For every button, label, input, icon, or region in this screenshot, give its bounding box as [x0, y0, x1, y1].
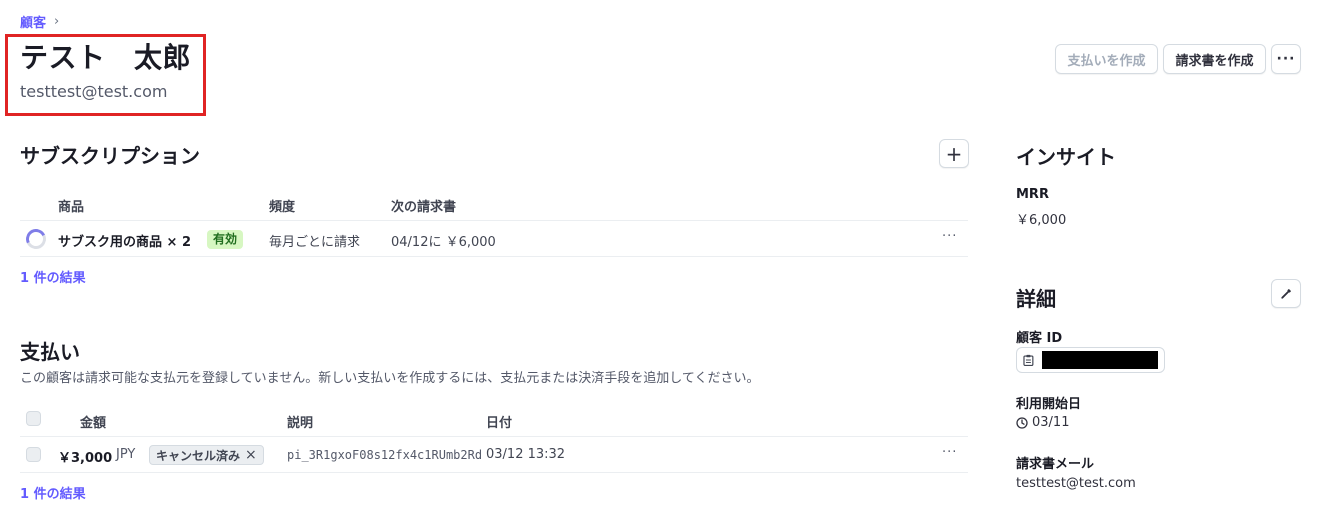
divider	[20, 436, 968, 437]
mrr-value: ￥6,000	[1016, 213, 1067, 228]
payment-date: 03/12 13:32	[486, 447, 566, 462]
divider	[20, 220, 968, 221]
status-badge-canceled: キャンセル済み ×	[149, 445, 264, 465]
payments-description: この顧客は請求可能な支払元を登録していません。新しい支払いを作成するには、支払元…	[20, 371, 760, 386]
column-header-description: 説明	[287, 416, 314, 431]
pencil-icon	[1281, 288, 1291, 299]
divider	[20, 472, 968, 473]
select-all-checkbox[interactable]	[26, 411, 41, 426]
payments-title: 支払い	[20, 340, 80, 364]
invoice-email-value: testtest@test.com	[1016, 476, 1136, 491]
breadcrumb-customers-link[interactable]: 顧客	[20, 12, 46, 31]
status-badge-active: 有効	[207, 230, 244, 249]
edit-details-button[interactable]	[1271, 279, 1301, 308]
close-icon: ×	[245, 447, 257, 463]
create-invoice-button[interactable]: 請求書を作成	[1163, 44, 1266, 74]
start-date-value: 03/11	[1032, 415, 1070, 430]
add-subscription-button[interactable]: +	[939, 139, 969, 168]
page-title: テスト 太郎	[20, 41, 192, 74]
payment-row-menu-button[interactable]: ···	[942, 445, 957, 460]
redacted-customer-id	[1041, 351, 1158, 369]
create-payment-button[interactable]: 支払いを作成	[1055, 44, 1158, 74]
column-header-product: 商品	[58, 200, 85, 215]
breadcrumb: 顧客 ›	[20, 12, 59, 31]
column-header-amount: 金額	[80, 416, 107, 431]
customer-email: testtest@test.com	[20, 82, 168, 101]
payment-amount[interactable]: ￥3,000	[58, 447, 112, 466]
subscription-next-invoice: 04/12に ￥6,000	[391, 235, 496, 250]
payment-description: pi_3R1gxoF08s12fx4c1RUmb2Rd	[287, 448, 483, 462]
subscription-row-menu-button[interactable]: ···	[942, 229, 957, 244]
subscriptions-results-link[interactable]: 1 件の結果	[20, 267, 86, 286]
start-date: 03/11	[1016, 415, 1069, 430]
subscription-progress-icon	[23, 226, 49, 252]
subscription-product[interactable]: サブスク用の商品 × 2	[58, 231, 191, 250]
subscriptions-title: サブスクリプション	[20, 144, 200, 168]
customer-id-copy[interactable]	[1016, 347, 1165, 373]
insights-title: インサイト	[1016, 145, 1116, 169]
column-header-frequency: 頻度	[269, 200, 296, 215]
divider	[20, 256, 968, 257]
plus-icon: +	[945, 141, 963, 166]
clipboard-icon	[1023, 354, 1034, 366]
details-title: 詳細	[1016, 287, 1056, 311]
column-header-date: 日付	[486, 416, 513, 431]
mrr-label: MRR	[1016, 187, 1049, 202]
payments-results-link[interactable]: 1 件の結果	[20, 483, 86, 502]
start-date-label: 利用開始日	[1016, 397, 1082, 412]
row-checkbox[interactable]	[26, 447, 41, 462]
payment-currency: JPY	[116, 447, 136, 462]
more-actions-button[interactable]: ···	[1271, 44, 1301, 74]
clock-icon	[1016, 416, 1028, 429]
column-header-next-invoice: 次の請求書	[391, 200, 457, 215]
status-label: キャンセル済み	[156, 448, 241, 463]
invoice-email-label: 請求書メール	[1016, 457, 1095, 472]
subscription-frequency: 毎月ごとに請求	[269, 235, 361, 250]
chevron-right-icon: ›	[54, 14, 60, 29]
customer-id-label: 顧客 ID	[1016, 331, 1063, 346]
